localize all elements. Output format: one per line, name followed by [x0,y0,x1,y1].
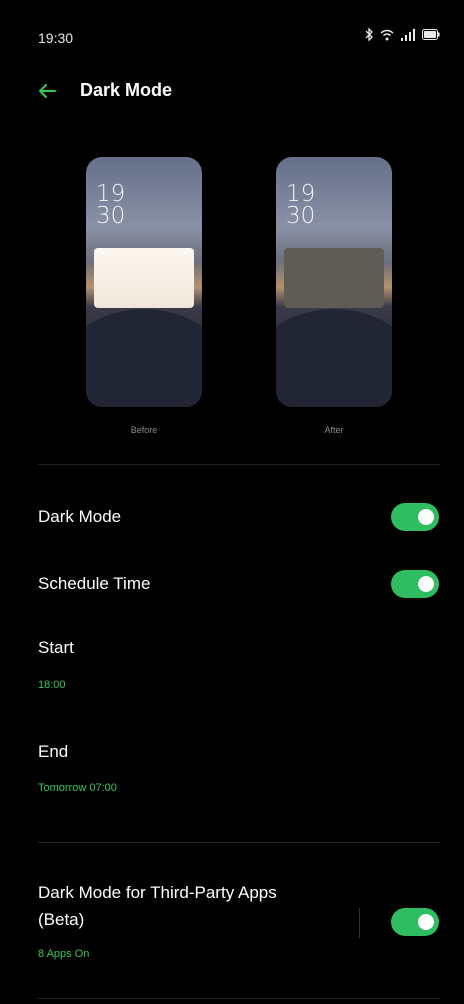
dark-mode-toggle[interactable] [391,503,439,531]
dark-mode-label: Dark Mode [38,507,122,526]
page-title: Dark Mode [80,80,173,100]
wifi-icon [380,29,394,41]
end-value[interactable]: Tomorrow 07:00 [38,782,117,794]
bluetooth-icon [365,28,373,41]
wallpaper-hill [276,309,392,407]
third-party-label-beta[interactable]: (Beta) [38,910,84,930]
third-party-label[interactable]: Dark Mode for Third-Party Apps [38,883,277,903]
toggle-knob [418,914,434,930]
vertical-separator [359,908,360,938]
preview-caption-before: Before [130,425,158,435]
divider [38,998,440,999]
header: Dark Mode [0,78,464,108]
preview-clock-hour: 19 [286,181,316,207]
toggle-knob [418,509,434,525]
wallpaper-hill [86,309,202,407]
end-label[interactable]: End [38,742,68,762]
third-party-toggle[interactable] [391,908,439,936]
third-party-subtitle: 8 Apps On [38,948,90,960]
status-bar: 19:30 [0,0,464,70]
status-time: 19:30 [38,30,74,46]
schedule-time-toggle[interactable] [391,570,439,598]
start-value[interactable]: 18:00 [38,679,66,691]
status-icons [365,28,440,41]
preview-card-light [94,248,194,308]
preview-clock-hour: 19 [96,181,126,207]
preview-caption-after: After [324,425,344,435]
preview-card-dark [284,248,384,308]
toggle-knob [418,576,434,592]
signal-icon [401,28,415,41]
start-label[interactable]: Start [38,638,74,658]
preview-clock-minute: 30 [96,203,126,229]
preview-clock-minute: 30 [286,203,316,229]
preview-after: 19 30 [276,157,392,407]
battery-icon [422,29,440,40]
arrow-left-icon [34,84,60,108]
divider [38,842,440,843]
divider [38,464,440,465]
schedule-time-label: Schedule Time [38,574,151,593]
preview-before: 19 30 [86,157,202,407]
preview-clock: 19 30 [286,181,316,229]
back-button[interactable] [34,78,60,104]
preview-clock: 19 30 [96,181,126,229]
